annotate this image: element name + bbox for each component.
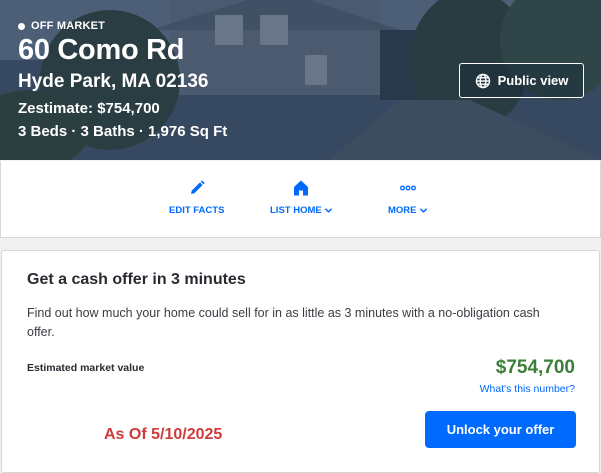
list-home-button[interactable]: LIST HOME (270, 179, 333, 216)
cash-offer-title: Get a cash offer in 3 minutes (27, 271, 246, 288)
list-home-label-wrap: LIST HOME (270, 205, 333, 216)
more-button[interactable]: MORE (388, 179, 428, 216)
estimated-value-label: Estimated market value (27, 362, 145, 374)
market-status: OFF MARKET (18, 20, 105, 32)
public-view-button[interactable]: Public view (459, 63, 584, 98)
chevron-down-icon (324, 208, 332, 213)
house-icon (294, 180, 309, 196)
status-label: OFF MARKET (31, 20, 106, 32)
more-label: MORE (388, 205, 417, 216)
estimated-value-amount: $754,700 (495, 357, 575, 378)
property-facts: 3 Beds · 3 Baths · 1,976 Sq Ft (18, 123, 228, 140)
more-dots-icon (399, 185, 416, 191)
property-hero: OFF MARKET 60 Como Rd Hyde Park, MA 0213… (0, 0, 601, 160)
status-dot-icon (18, 22, 25, 30)
address-street: 60 Como Rd (18, 34, 185, 66)
pencil-icon (190, 180, 205, 194)
edit-facts-label: EDIT FACTS (169, 205, 225, 216)
edit-facts-button[interactable]: EDIT FACTS (169, 179, 224, 216)
cash-offer-card: Get a cash offer in 3 minutes Find out h… (1, 250, 600, 473)
address-city: Hyde Park, MA 02136 (18, 71, 209, 92)
whats-this-number-link[interactable]: What's this number? (480, 383, 575, 395)
owner-actions-bar: EDIT FACTS LIST HOME MORE (0, 161, 601, 238)
as-of-date: As Of 5/10/2025 (104, 426, 223, 443)
unlock-offer-button[interactable]: Unlock your offer (425, 411, 576, 448)
public-view-label: Public view (497, 73, 569, 88)
cash-offer-description: Find out how much your home could sell f… (27, 306, 540, 339)
zestimate: Zestimate: $754,700 (18, 100, 160, 117)
list-home-label: LIST HOME (270, 205, 322, 216)
chevron-down-icon (419, 208, 427, 213)
more-label-wrap: MORE (388, 205, 428, 216)
globe-icon (475, 73, 490, 88)
